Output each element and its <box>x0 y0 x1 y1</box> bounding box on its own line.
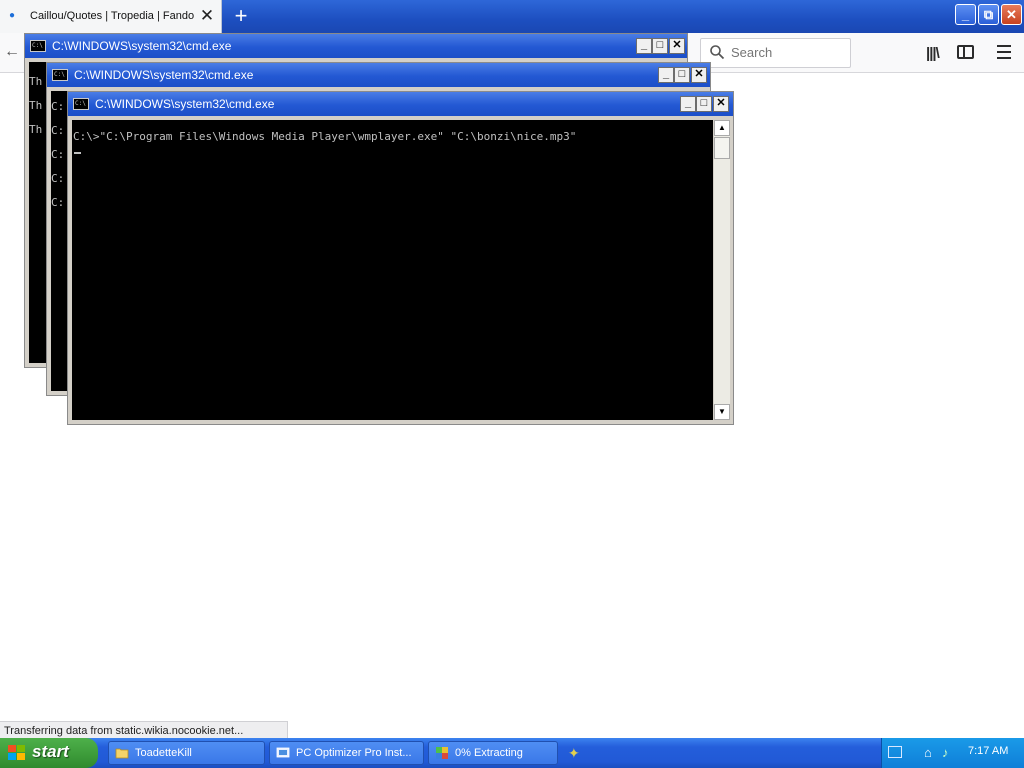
screen: ● Caillou/Quotes | Tropedia | Fandom ✕ +… <box>0 0 1024 768</box>
browser-tab[interactable]: ● Caillou/Quotes | Tropedia | Fandom ✕ <box>0 0 222 33</box>
sidebar-icon[interactable] <box>957 45 974 59</box>
new-tab-button[interactable]: + <box>230 3 252 29</box>
search-box[interactable] <box>700 38 851 68</box>
taskbar-button-label: PC Optimizer Pro Inst... <box>296 747 412 759</box>
cmd-system-icon[interactable]: C:\ <box>30 40 46 52</box>
network-icon[interactable]: ⌂ <box>924 745 932 760</box>
folder-icon <box>115 748 129 759</box>
scroll-up-arrow-icon[interactable]: ▲ <box>714 120 730 136</box>
console-line: C:\>"C:\Program Files\Windows Media Play… <box>73 130 577 143</box>
clock[interactable]: 7:17 AM <box>968 745 1008 757</box>
cmd-minimize-button[interactable]: _ <box>636 38 652 54</box>
search-icon <box>710 45 725 60</box>
cmd-title: C:\WINDOWS\system32\cmd.exe <box>52 39 232 53</box>
speaker-icon[interactable]: ♪ <box>942 745 949 760</box>
taskbar-button-pc-optimizer[interactable]: PC Optimizer Pro Inst... <box>269 741 424 765</box>
taskbar-button-toadettekill[interactable]: ToadetteKill <box>108 741 265 765</box>
window-minimize-button[interactable]: _ <box>955 4 976 25</box>
system-tray: ⌂ ♪ 7:17 AM <box>881 738 1024 768</box>
quick-launch-icon[interactable]: ✦ <box>568 745 580 762</box>
taskbar-button-label: 0% Extracting <box>455 747 523 759</box>
scroll-thumb[interactable] <box>714 137 730 159</box>
library-icon[interactable]: |||\ <box>926 45 940 62</box>
cmd-minimize-button[interactable]: _ <box>680 96 696 112</box>
cmd-title: C:\WINDOWS\system32\cmd.exe <box>95 97 275 111</box>
start-button[interactable]: start <box>0 738 98 768</box>
cmd-title: C:\WINDOWS\system32\cmd.exe <box>74 68 254 82</box>
back-button[interactable]: ← <box>4 43 24 63</box>
cmd-minimize-button[interactable]: _ <box>658 67 674 83</box>
tab-close-icon[interactable]: ✕ <box>199 6 215 26</box>
cmd-close-button[interactable]: ✕ <box>713 96 729 112</box>
taskbar-button-extracting[interactable]: 0% Extracting <box>428 741 558 765</box>
extract-icon <box>436 747 448 759</box>
cmd-scrollbar[interactable]: ▲ ▼ <box>714 120 730 420</box>
scroll-down-arrow-icon[interactable]: ▼ <box>714 404 730 420</box>
browser-status-bar: Transferring data from static.wikia.noco… <box>0 721 288 739</box>
cmd-maximize-button[interactable]: □ <box>674 67 690 83</box>
browser-tab-strip: ● Caillou/Quotes | Tropedia | Fandom ✕ +… <box>0 0 1024 33</box>
cmd-close-button[interactable]: ✕ <box>691 67 707 83</box>
cmd-close-button[interactable]: ✕ <box>669 38 685 54</box>
cmd-titlebar[interactable]: C:\ C:\WINDOWS\system32\cmd.exe _ □ ✕ <box>47 63 710 87</box>
tab-loading-icon: ● <box>9 10 16 21</box>
cmd-system-icon[interactable]: C:\ <box>73 98 89 110</box>
tab-title: Caillou/Quotes | Tropedia | Fandom <box>30 10 194 22</box>
cmd-maximize-button[interactable]: □ <box>696 96 712 112</box>
installer-icon <box>276 747 290 758</box>
start-label: start <box>32 742 69 761</box>
windows-flag-icon <box>8 745 26 761</box>
cmd-titlebar[interactable]: C:\ C:\WINDOWS\system32\cmd.exe _ □ ✕ <box>68 92 733 116</box>
text-cursor <box>74 152 81 154</box>
cmd-system-icon[interactable]: C:\ <box>52 69 68 81</box>
menu-icon[interactable] <box>997 45 1011 59</box>
cmd-console[interactable]: C:\>"C:\Program Files\Windows Media Play… <box>72 120 713 420</box>
cmd-titlebar[interactable]: C:\ C:\WINDOWS\system32\cmd.exe _ □ ✕ <box>25 34 687 58</box>
cmd-maximize-button[interactable]: □ <box>652 38 668 54</box>
search-input[interactable] <box>731 45 841 60</box>
window-restore-button[interactable]: ⧉ <box>978 4 999 25</box>
taskbar-button-label: ToadetteKill <box>135 747 192 759</box>
taskbar: start ToadetteKill PC Optimizer Pro Inst… <box>0 738 1024 768</box>
keyboard-icon[interactable] <box>888 746 902 758</box>
cmd-window-front[interactable]: C:\ C:\WINDOWS\system32\cmd.exe _ □ ✕ C:… <box>67 91 734 425</box>
window-close-button[interactable]: ✕ <box>1001 4 1022 25</box>
